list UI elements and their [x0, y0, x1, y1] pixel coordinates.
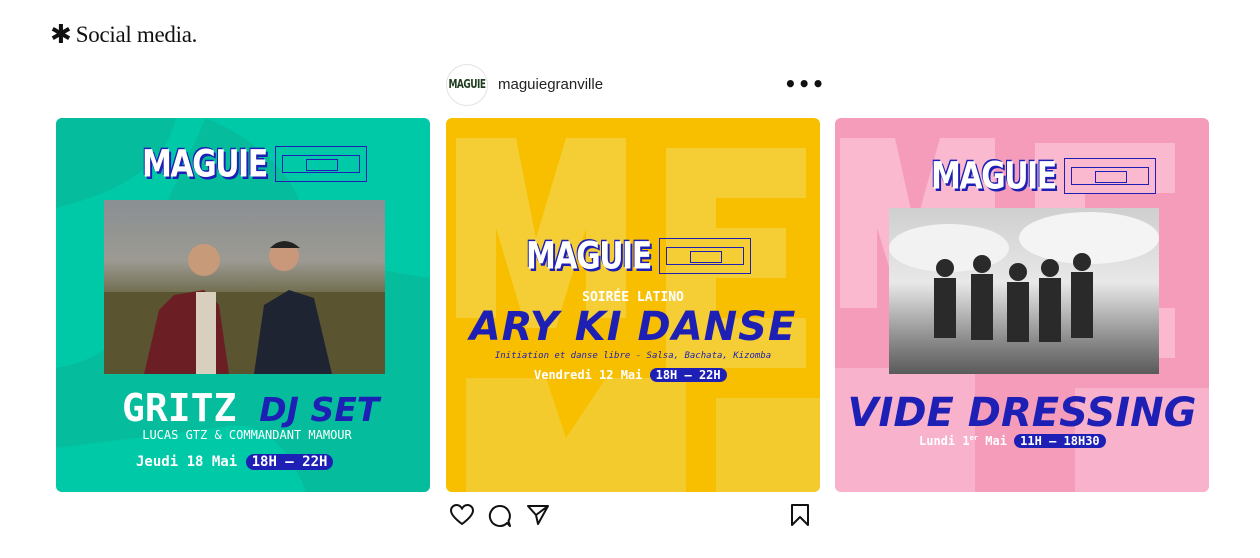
- event-subtitle: LUCAS GTZ & COMMANDANT MAMOUR: [142, 428, 352, 442]
- event-subtitle: Initiation et danse libre - Salsa, Bacha…: [494, 351, 772, 361]
- event-photo: [104, 200, 385, 374]
- carousel-slide-ary-ki-danse[interactable]: MAGUIE SOIRÉE LATINO ARY KI DANSE Initia…: [446, 118, 820, 492]
- event-datetime: Lundi 1er Mai 11H — 18H30: [919, 434, 1106, 448]
- more-dots-icon[interactable]: •••: [784, 72, 825, 96]
- share-icon[interactable]: [526, 504, 550, 531]
- maguie-logo: MAGUIE: [142, 142, 367, 186]
- section-heading: ✱ Social media.: [50, 22, 197, 48]
- event-datetime: Vendredi 12 Mai 18H — 22H: [534, 368, 727, 382]
- event-title: GRITZ DJ SET: [122, 386, 380, 430]
- section-title: Social media.: [75, 22, 198, 47]
- event-datetime: Jeudi 18 Mai 18H — 22H: [136, 454, 334, 470]
- post-header: MAGUIE maguiegranville •••: [446, 62, 824, 108]
- event-title: ARY KI DANSE: [469, 304, 797, 350]
- maguie-logo: MAGUIE: [931, 154, 1156, 198]
- post-actions: [446, 503, 816, 534]
- event-kicker: SOIRÉE LATINO: [582, 290, 684, 305]
- asterisk-icon: ✱: [50, 20, 72, 50]
- event-photo: [889, 208, 1159, 374]
- event-title: VIDE DRESSING: [847, 390, 1197, 436]
- maguie-logo: MAGUIE: [526, 234, 751, 278]
- carousel-slide-vide-dressing[interactable]: MAGUIE VIDE DRESSING Lundi 1er Mai 11H —…: [835, 118, 1209, 492]
- avatar[interactable]: MAGUIE: [446, 64, 488, 106]
- heart-icon[interactable]: [449, 503, 475, 531]
- bookmark-icon[interactable]: [790, 504, 810, 531]
- comment-icon[interactable]: [488, 504, 512, 533]
- carousel-slide-gritz[interactable]: MAGUIE GRITZ DJ SET LUCAS GTZ & COMMANDA…: [56, 118, 430, 492]
- username-link[interactable]: maguiegranville: [498, 76, 603, 93]
